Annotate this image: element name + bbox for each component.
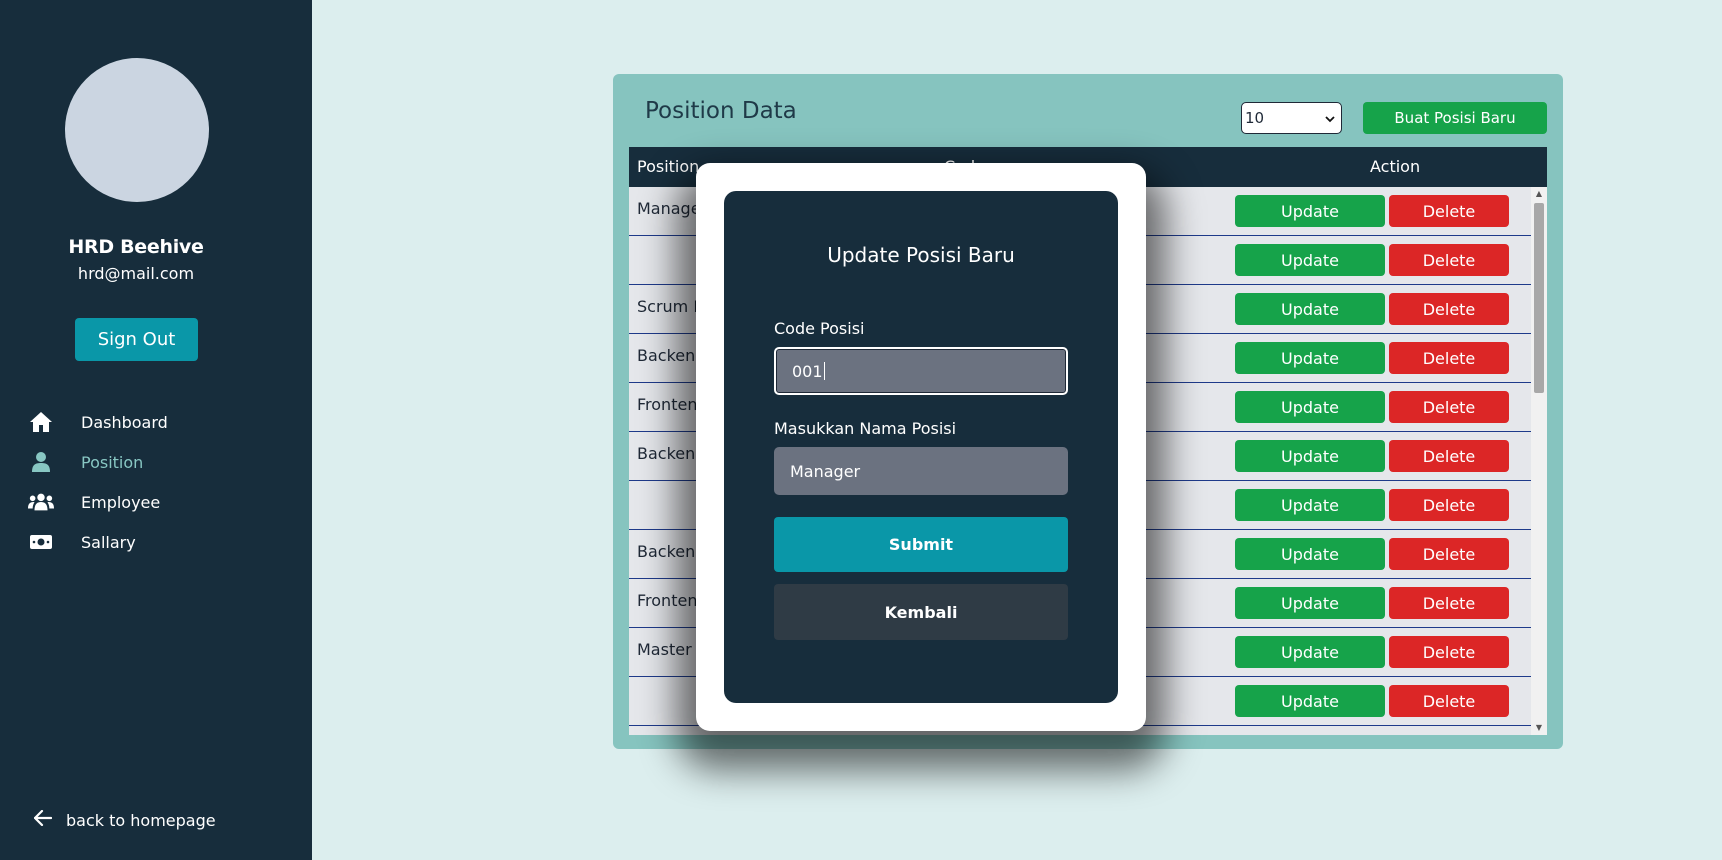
nav-item-sallary[interactable]: Sallary — [28, 526, 136, 558]
nav-item-position[interactable]: Position — [28, 446, 143, 478]
update-button[interactable]: Update — [1235, 195, 1385, 227]
arrow-left-icon — [33, 809, 53, 830]
nav-label: Position — [81, 452, 144, 472]
submit-button[interactable]: Submit — [774, 517, 1068, 572]
update-button[interactable]: Update — [1235, 391, 1385, 423]
nav-label: Sallary — [81, 532, 136, 552]
update-button[interactable]: Update — [1235, 489, 1385, 521]
sidebar: HRD Beehive hrd@mail.com Sign Out Dashbo… — [0, 0, 312, 860]
user-icon — [28, 450, 54, 474]
update-button[interactable]: Update — [1235, 685, 1385, 717]
code-input-value: 001 — [792, 361, 823, 381]
sign-out-button[interactable]: Sign Out — [75, 318, 198, 361]
name-input[interactable]: Manager — [774, 447, 1068, 495]
nav-label: Employee — [81, 492, 161, 512]
update-button[interactable]: Update — [1235, 440, 1385, 472]
back-to-homepage-link[interactable]: back to homepage — [33, 809, 216, 830]
delete-button[interactable]: Delete — [1389, 293, 1509, 325]
home-icon — [28, 410, 54, 434]
create-position-button[interactable]: Buat Posisi Baru — [1363, 102, 1547, 134]
name-input-value: Manager — [790, 461, 861, 481]
update-button[interactable]: Update — [1235, 342, 1385, 374]
scroll-down-icon[interactable]: ▼ — [1531, 721, 1547, 735]
modal-form: Update Posisi Baru Code Posisi 001 Masuk… — [724, 191, 1118, 703]
column-header-action: Action — [1370, 157, 1421, 176]
update-button[interactable]: Update — [1235, 587, 1385, 619]
update-position-modal: Update Posisi Baru Code Posisi 001 Masuk… — [696, 163, 1146, 731]
update-button[interactable]: Update — [1235, 538, 1385, 570]
code-label: Code Posisi — [774, 319, 865, 338]
update-button[interactable]: Update — [1235, 636, 1385, 668]
delete-button[interactable]: Delete — [1389, 636, 1509, 668]
delete-button[interactable]: Delete — [1389, 489, 1509, 521]
name-label: Masukkan Nama Posisi — [774, 419, 957, 438]
money-icon — [28, 530, 54, 554]
delete-button[interactable]: Delete — [1389, 538, 1509, 570]
update-button[interactable]: Update — [1235, 244, 1385, 276]
avatar — [65, 58, 209, 202]
chevron-down-icon — [1325, 109, 1335, 127]
scroll-up-icon[interactable]: ▲ — [1531, 187, 1547, 201]
back-button[interactable]: Kembali — [774, 584, 1068, 640]
delete-button[interactable]: Delete — [1389, 685, 1509, 717]
page-title: Position Data — [645, 98, 797, 124]
delete-button[interactable]: Delete — [1389, 342, 1509, 374]
page-size-select[interactable]: 10 — [1241, 102, 1342, 134]
user-name: HRD Beehive — [68, 236, 204, 258]
users-icon — [28, 490, 54, 514]
delete-button[interactable]: Delete — [1389, 195, 1509, 227]
delete-button[interactable]: Delete — [1389, 244, 1509, 276]
code-input[interactable]: 001 — [774, 347, 1068, 395]
nav-label: Dashboard — [81, 412, 168, 432]
column-header-position: Position — [637, 157, 700, 176]
user-email: hrd@mail.com — [77, 264, 195, 283]
update-button[interactable]: Update — [1235, 293, 1385, 325]
back-label: back to homepage — [66, 810, 216, 830]
page-size-value: 10 — [1245, 109, 1265, 127]
delete-button[interactable]: Delete — [1389, 440, 1509, 472]
nav-item-dashboard[interactable]: Dashboard — [28, 406, 168, 438]
scroll-thumb[interactable] — [1534, 203, 1544, 393]
modal-title: Update Posisi Baru — [827, 243, 1015, 267]
nav-item-employee[interactable]: Employee — [28, 486, 160, 518]
table-scrollbar[interactable]: ▲ ▼ — [1531, 187, 1547, 735]
delete-button[interactable]: Delete — [1389, 587, 1509, 619]
delete-button[interactable]: Delete — [1389, 391, 1509, 423]
